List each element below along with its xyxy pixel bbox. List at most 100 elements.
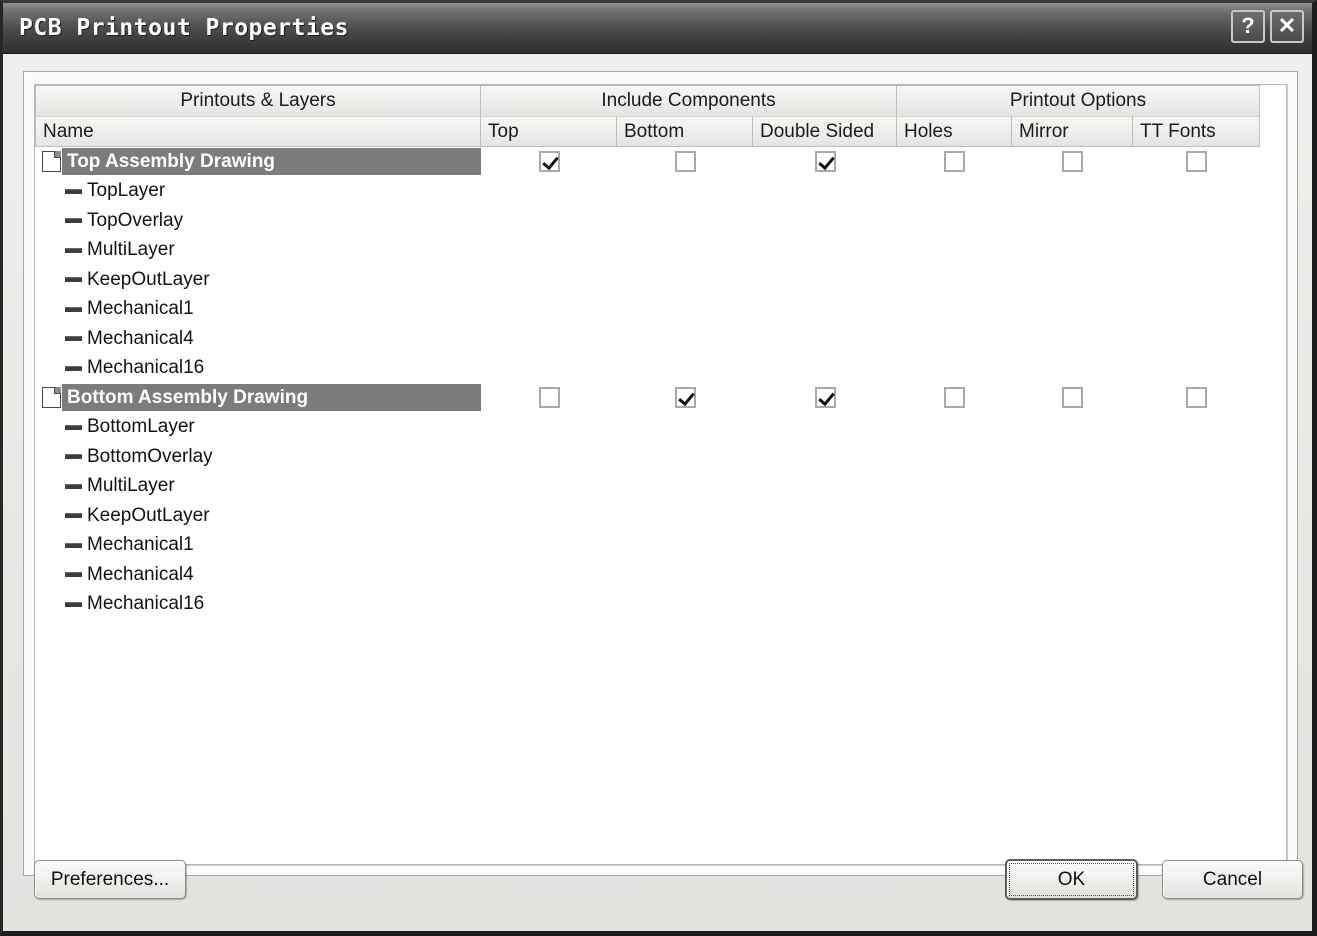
layer-row[interactable]: Mechanical1 [35,531,1286,561]
checkbox-mirror[interactable] [1062,387,1083,409]
column-header-holes[interactable]: Holes [897,116,1012,147]
pcb-printout-properties-dialog: PCB Printout Properties ? ✕ Printouts & … [0,0,1317,936]
checkbox-bottom[interactable] [674,387,696,409]
checkbox-bottom-cell [617,383,753,413]
layer-dash-icon [65,365,82,371]
layer-row[interactable]: BottomOverlay [35,442,1286,472]
checkbox-top[interactable] [538,151,560,173]
column-header-bottom[interactable]: Bottom [617,116,753,147]
layer-row[interactable]: Mechanical4 [35,560,1286,590]
layer-row[interactable]: TopLayer [35,177,1286,207]
checkbox-holes[interactable] [944,151,965,173]
column-header-spacer [1260,116,1267,147]
layer-dash-icon [65,601,82,607]
checkbox-tt-fonts-cell [1133,147,1260,177]
dialog-footer: Preferences... OK Cancel [3,846,1312,931]
checkbox-bottom-cell [617,147,753,177]
layer-dash-icon [65,424,82,430]
group-header-printouts-layers[interactable]: Printouts & Layers [35,85,481,116]
layer-dash-icon [65,247,82,253]
checkbox-bottom[interactable] [674,151,696,173]
layer-dash-icon [65,483,82,489]
checkbox-top[interactable] [538,387,560,409]
close-button[interactable]: ✕ [1270,10,1304,43]
checkbox-double-sided[interactable] [814,151,836,173]
layer-row[interactable]: MultiLayer [35,236,1286,266]
layer-name-label: TopOverlay [87,209,184,231]
layer-name-cell[interactable]: KeepOutLayer [35,265,481,295]
layer-name-label: Mechanical16 [87,357,205,379]
column-header-tt-fonts[interactable]: TT Fonts [1133,116,1260,147]
layer-name-cell[interactable]: Mechanical4 [35,560,481,590]
group-header-printout-options[interactable]: Printout Options [897,85,1260,116]
layer-name-cell[interactable]: Mechanical16 [35,590,481,620]
page-icon [42,151,61,173]
layer-name-cell[interactable]: KeepOutLayer [35,501,481,531]
group-header-row: Printouts & Layers Include Components Pr… [35,85,1286,116]
checkbox-holes-cell [897,383,1012,413]
layer-dash-icon [65,513,82,519]
preferences-button[interactable]: Preferences... [34,860,186,899]
layer-dash-icon [65,572,82,578]
printout-row[interactable]: Top Assembly Drawing [35,147,1286,177]
layer-row[interactable]: Mechanical4 [35,324,1286,354]
layer-name-cell[interactable]: Mechanical16 [35,354,481,384]
layer-name-cell[interactable]: Mechanical1 [35,531,481,561]
layer-name-label: Mechanical1 [87,298,194,320]
layer-row[interactable]: KeepOutLayer [35,501,1286,531]
checkbox-mirror-cell [1012,147,1133,177]
layer-row[interactable]: Mechanical16 [35,590,1286,620]
checkbox-holes-cell [897,147,1012,177]
help-button[interactable]: ? [1231,10,1265,43]
printouts-list-area: Printouts & Layers Include Components Pr… [34,84,1287,865]
printout-name-cell[interactable]: Bottom Assembly Drawing [35,383,481,413]
layer-name-label: Mechanical1 [87,534,194,556]
checkbox-double-sided[interactable] [814,387,836,409]
printout-row[interactable]: Bottom Assembly Drawing [35,383,1286,413]
layer-row[interactable]: KeepOutLayer [35,265,1286,295]
layer-name-cell[interactable]: Mechanical4 [35,324,481,354]
title-bar: PCB Printout Properties ? ✕ [3,3,1312,54]
column-header-mirror[interactable]: Mirror [1012,116,1133,147]
checkbox-tt-fonts-cell [1133,383,1260,413]
layer-dash-icon [65,277,82,283]
layer-name-cell[interactable]: TopOverlay [35,206,481,236]
layer-name-cell[interactable]: Mechanical1 [35,295,481,325]
column-header-top[interactable]: Top [481,116,617,147]
layer-row[interactable]: MultiLayer [35,472,1286,502]
printout-name-label: Bottom Assembly Drawing [62,384,481,412]
layer-name-cell[interactable]: BottomLayer [35,413,481,443]
checkbox-tt-fonts[interactable] [1186,151,1207,173]
checkbox-double-sided-cell [753,147,897,177]
layer-row[interactable]: Mechanical1 [35,295,1286,325]
layer-row[interactable]: BottomLayer [35,413,1286,443]
focus-ring [1009,863,1134,896]
column-header-name[interactable]: Name [35,116,481,147]
ok-button[interactable]: OK [1005,859,1138,900]
title-bar-buttons: ? ✕ [1231,10,1304,43]
layer-name-cell[interactable]: MultiLayer [35,236,481,266]
column-header-row: Name Top Bottom Double Sided Holes Mirro… [35,116,1286,147]
layer-name-label: BottomLayer [87,416,195,438]
layer-dash-icon [65,188,82,194]
dialog-body: Printouts & Layers Include Components Pr… [3,54,1312,931]
checkbox-mirror[interactable] [1062,151,1083,173]
printout-name-cell[interactable]: Top Assembly Drawing [35,147,481,177]
layer-dash-icon [65,306,82,312]
layer-row[interactable]: TopOverlay [35,206,1286,236]
layer-name-label: Mechanical16 [87,593,205,615]
checkbox-top-cell [481,383,617,413]
checkbox-tt-fonts[interactable] [1186,387,1207,409]
cancel-button[interactable]: Cancel [1162,860,1303,899]
page-icon [42,387,61,409]
column-header-double-sided[interactable]: Double Sided [753,116,897,147]
checkbox-top-cell [481,147,617,177]
layer-dash-icon [65,454,82,460]
layer-row[interactable]: Mechanical16 [35,354,1286,384]
layer-name-cell[interactable]: BottomOverlay [35,442,481,472]
layer-name-cell[interactable]: MultiLayer [35,472,481,502]
printout-name-label: Top Assembly Drawing [62,148,481,176]
layer-name-cell[interactable]: TopLayer [35,177,481,207]
checkbox-holes[interactable] [944,387,965,409]
group-header-include-components[interactable]: Include Components [481,85,897,116]
